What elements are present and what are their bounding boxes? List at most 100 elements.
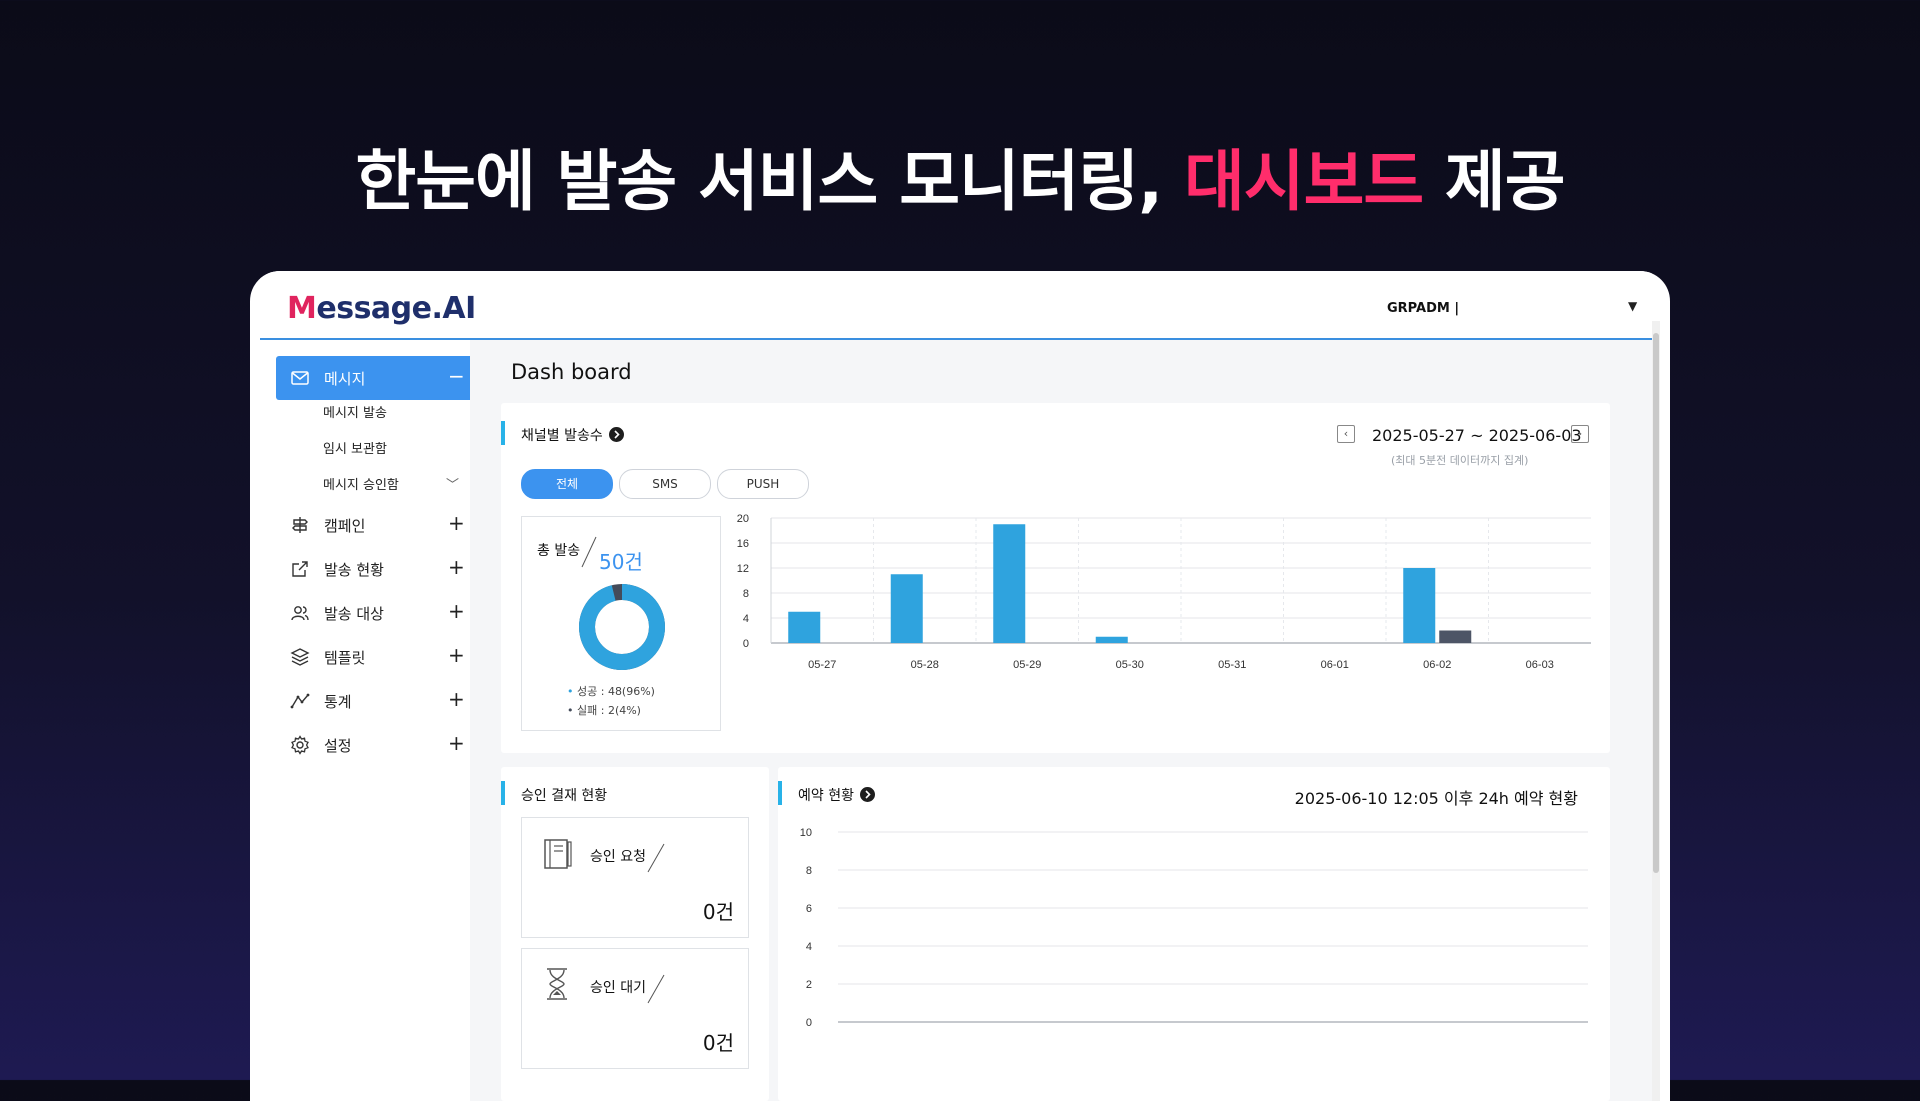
sidebar-item-label: 발송 대상 <box>324 605 384 623</box>
x-tick-label: 05-29 <box>1013 659 1041 671</box>
x-tick-label: 06-02 <box>1423 659 1451 671</box>
help-icon[interactable] <box>609 427 624 442</box>
sidebar: 메시지 − 메시지 발송 임시 보관함 메시지 승인함 ﹀ 캠페인 + 발송 현… <box>260 340 474 1101</box>
user-menu[interactable]: GRPADM | <box>1387 301 1459 316</box>
main-content: Dash board 채널별 발송수 ‹ 2025-05-27 ~ 2025-0… <box>470 340 1652 1101</box>
expand-icon[interactable]: + <box>448 599 465 623</box>
date-range: 2025-05-27 ~ 2025-06-03 <box>1372 426 1582 445</box>
y-tick-label: 12 <box>737 563 749 575</box>
sidebar-item-label: 통계 <box>324 693 352 711</box>
card-title: 예약 현황 <box>798 788 854 804</box>
x-tick-label: 05-30 <box>1116 659 1144 671</box>
x-tick-label: 06-03 <box>1526 659 1554 671</box>
card-title: 승인 결재 현황 <box>521 788 608 804</box>
bar <box>1095 636 1128 643</box>
approval-request-box[interactable]: 승인 요청 0건 <box>521 817 749 938</box>
fail-dot: • <box>567 704 574 717</box>
bar <box>788 611 821 643</box>
approval-card: 승인 결재 현황 승인 요청 0건 승인 대기 0건 <box>501 767 769 1101</box>
bar <box>993 524 1026 643</box>
slash-divider <box>581 536 597 568</box>
card-title: 채널별 발송수 <box>521 428 603 444</box>
y-tick-label: 8 <box>806 865 812 877</box>
y-tick-label: 0 <box>806 1017 812 1029</box>
sidebar-subitem-approval[interactable]: 메시지 승인함 <box>323 474 399 493</box>
total-value: 50건 <box>599 550 643 574</box>
tab-push[interactable]: PUSH <box>717 469 809 499</box>
reservation-chart: 0 2 4 6 8 10 <box>800 827 1588 1029</box>
y-tick-label: 4 <box>743 613 749 625</box>
sidebar-item-label: 템플릿 <box>324 649 366 667</box>
channel-bar-chart: 0 4 8 12 16 20 05-27 05-28 05-29 05-30 05-31 06-01 0… <box>737 513 1591 671</box>
expand-icon[interactable]: + <box>448 511 465 535</box>
y-tick-label: 20 <box>737 513 749 525</box>
expand-icon[interactable]: + <box>448 687 465 711</box>
expand-icon[interactable]: + <box>448 643 465 667</box>
logo[interactable]: Message.AI <box>287 291 476 326</box>
sidebar-item-label: 설정 <box>324 737 352 755</box>
sidebar-item-label: 캠페인 <box>324 517 366 535</box>
date-note: (최대 5분전 데이터까지 집계) <box>1391 454 1529 467</box>
bar <box>1439 630 1472 643</box>
sidebar-item-template[interactable]: 템플릿 + <box>276 635 474 679</box>
caret-down-icon[interactable]: ▼ <box>1628 299 1637 313</box>
y-tick-label: 10 <box>800 827 812 839</box>
headline: 한눈에 발송 서비스 모니터링, 대시보드 제공 <box>0 128 1920 224</box>
expand-icon[interactable]: + <box>448 731 465 755</box>
sidebar-item-settings[interactable]: 설정 + <box>276 723 474 767</box>
approval-pending-value: 0건 <box>702 1031 734 1055</box>
reservation-subtitle: 2025-06-10 12:05 이후 24h 예약 현황 <box>1294 789 1578 808</box>
chevron-down-icon[interactable]: ﹀ <box>446 474 459 493</box>
total-label: 총 발송 <box>537 543 581 559</box>
card-accent <box>501 781 505 805</box>
slash-divider <box>647 974 665 1004</box>
sidebar-item-label: 발송 현황 <box>324 561 384 579</box>
mail-icon <box>291 371 309 385</box>
expand-icon[interactable]: + <box>448 555 465 579</box>
app-window: Message.AI GRPADM | ▼ 메시지 − 메시지 발송 임시 보관… <box>250 271 1670 1101</box>
donut-chart <box>579 584 665 670</box>
sidebar-item-label: 메시지 <box>324 370 366 388</box>
sidebar-item-message[interactable]: 메시지 − <box>276 356 474 400</box>
help-icon[interactable] <box>860 787 875 802</box>
sidebar-item-statistics[interactable]: 통계 + <box>276 679 474 723</box>
sidebar-item-targets[interactable]: 발송 대상 + <box>276 591 474 635</box>
trend-icon <box>290 693 310 709</box>
sidebar-subitem-drafts[interactable]: 임시 보관함 <box>323 438 387 457</box>
bar <box>890 574 923 643</box>
next-range-button[interactable]: › <box>1571 425 1589 443</box>
x-tick-label: 05-31 <box>1218 659 1246 671</box>
y-tick-label: 8 <box>743 588 749 600</box>
reservation-card: 예약 현황 2025-06-10 12:05 이후 24h 예약 현황 0 2 4 6… <box>778 767 1610 1101</box>
tab-sms[interactable]: SMS <box>619 469 711 499</box>
y-tick-label: 16 <box>737 538 749 550</box>
approval-request-label: 승인 요청 <box>590 849 646 865</box>
bar <box>1403 568 1436 643</box>
approval-request-value: 0건 <box>702 900 734 924</box>
y-tick-label: 0 <box>743 638 749 650</box>
collapse-icon[interactable]: − <box>448 364 465 388</box>
headline-accent: 대시보드 <box>1184 143 1424 220</box>
sidebar-item-send-status[interactable]: 발송 현황 + <box>276 547 474 591</box>
sidebar-subitem-send[interactable]: 메시지 발송 <box>323 402 387 421</box>
page-title: Dash board <box>511 360 632 384</box>
users-icon <box>291 606 309 621</box>
external-link-icon <box>292 561 308 577</box>
approval-pending-box[interactable]: 승인 대기 0건 <box>521 948 749 1069</box>
sidebar-item-campaign[interactable]: 캠페인 + <box>276 503 474 547</box>
headline-part1: 한눈에 발송 서비스 모니터링, <box>355 143 1185 220</box>
headline-part2: 제공 <box>1423 143 1565 220</box>
x-tick-label: 05-27 <box>808 659 836 671</box>
scrollbar-thumb[interactable] <box>1653 333 1659 873</box>
signpost-icon <box>292 517 308 533</box>
slash-divider <box>647 843 665 873</box>
x-tick-label: 05-28 <box>911 659 939 671</box>
card-accent <box>778 781 782 805</box>
approval-pending-label: 승인 대기 <box>590 980 646 996</box>
donut-success-slice <box>579 584 665 670</box>
prev-range-button[interactable]: ‹ <box>1337 425 1355 443</box>
tab-all[interactable]: 전체 <box>521 469 613 499</box>
fail-legend: • 실패 : 2(4%) <box>567 704 641 717</box>
hourglass-icon <box>547 968 567 1000</box>
y-tick-label: 6 <box>806 903 812 915</box>
